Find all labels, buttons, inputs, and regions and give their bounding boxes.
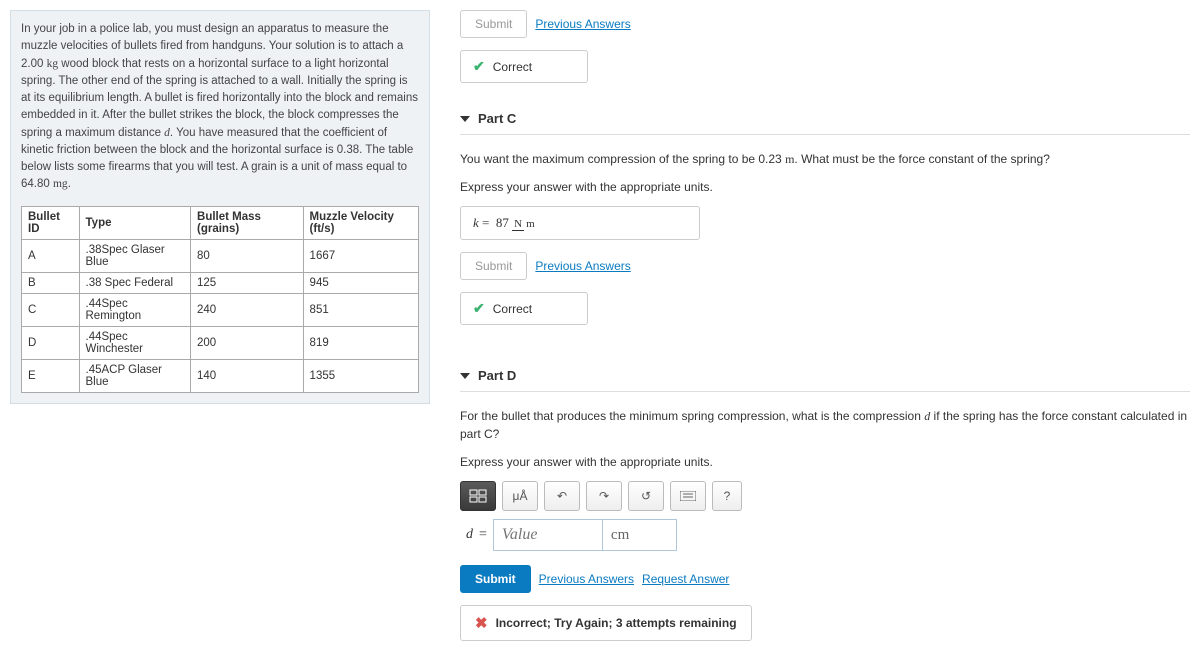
part-d-body: For the bullet that produces the minimum… (460, 402, 1190, 656)
x-icon: ✖ (475, 614, 488, 632)
previous-answers-link[interactable]: Previous Answers (535, 17, 630, 31)
table-row: C.44Spec Remington240851 (22, 293, 419, 326)
table-header: Bullet ID (22, 206, 80, 239)
firearms-table: Bullet ID Type Bullet Mass (grains) Muzz… (21, 206, 419, 393)
previous-answers-link[interactable]: Previous Answers (535, 259, 630, 273)
help-button[interactable]: ? (712, 481, 742, 511)
part-c-answer: k = 87 Nm (460, 206, 700, 240)
table-row: D.44Spec Winchester200819 (22, 326, 419, 359)
reset-button[interactable]: ↺ (628, 481, 664, 511)
problem-text: In your job in a police lab, you must de… (21, 21, 419, 194)
table-row: B.38 Spec Federal125945 (22, 272, 419, 293)
undo-button[interactable]: ↶ (544, 481, 580, 511)
unit-input[interactable] (602, 519, 677, 551)
part-d-header[interactable]: Part D (460, 360, 1190, 392)
submit-button[interactable]: Submit (460, 565, 531, 593)
table-header: Type (79, 206, 191, 239)
redo-button[interactable]: ↷ (586, 481, 622, 511)
value-input[interactable] (493, 519, 603, 551)
part-c-header[interactable]: Part C (460, 103, 1190, 135)
caret-down-icon (460, 116, 470, 122)
units-button[interactable]: μÅ (502, 481, 538, 511)
previous-answers-link[interactable]: Previous Answers (539, 572, 634, 586)
submit-button[interactable]: Submit (460, 10, 527, 38)
incorrect-feedback: ✖ Incorrect; Try Again; 3 attempts remai… (460, 605, 752, 641)
template-picker-button[interactable] (460, 481, 496, 511)
check-icon: ✔ (473, 300, 485, 317)
problem-statement: In your job in a police lab, you must de… (10, 10, 430, 404)
table-row: E.45ACP Glaser Blue1401355 (22, 359, 419, 392)
correct-feedback: ✔ Correct (460, 292, 588, 325)
check-icon: ✔ (473, 58, 485, 75)
request-answer-link[interactable]: Request Answer (642, 572, 729, 586)
keyboard-button[interactable] (670, 481, 706, 511)
table-row: A.38Spec Glaser Blue801667 (22, 239, 419, 272)
table-header: Muzzle Velocity (ft/s) (303, 206, 418, 239)
table-header: Bullet Mass (grains) (191, 206, 304, 239)
caret-down-icon (460, 373, 470, 379)
submit-button[interactable]: Submit (460, 252, 527, 280)
part-c-body: You want the maximum compression of the … (460, 145, 1190, 360)
correct-feedback: ✔ Correct (460, 50, 588, 83)
